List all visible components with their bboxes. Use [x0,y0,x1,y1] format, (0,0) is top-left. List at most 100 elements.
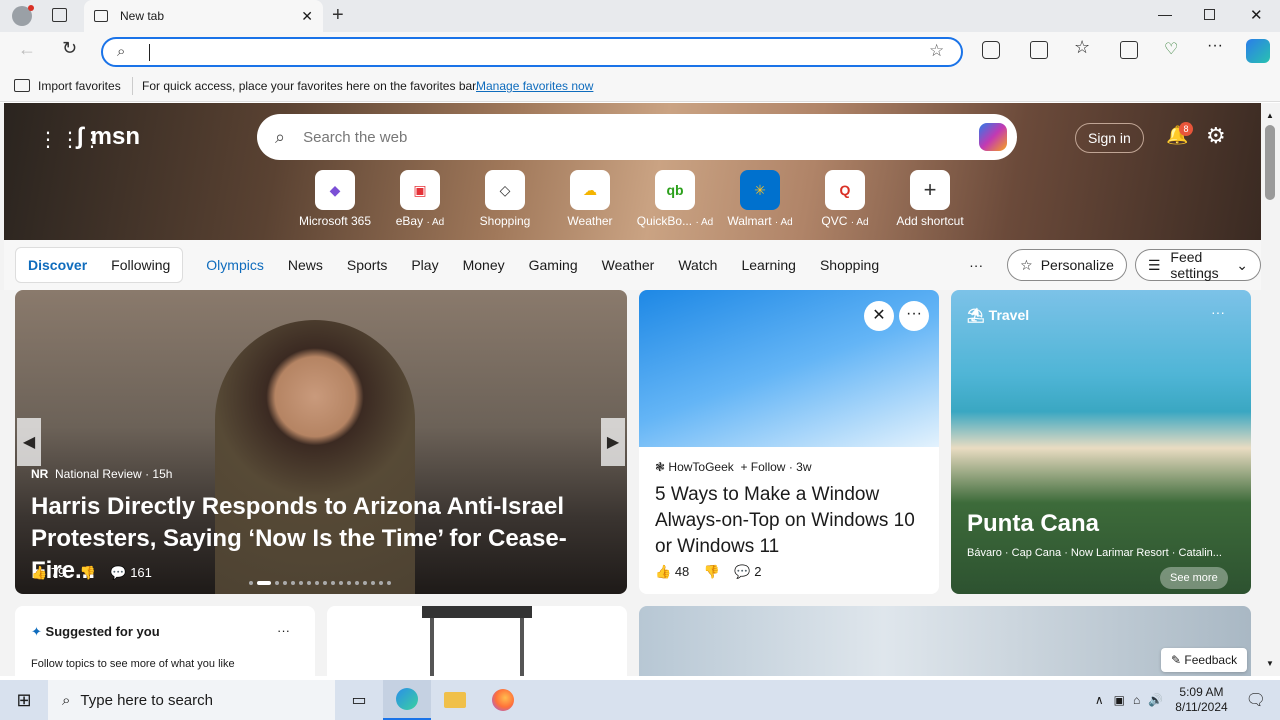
see-more-button[interactable]: See more [1160,567,1228,589]
show-hidden-icons-chevron[interactable]: ∧ [1095,693,1104,707]
nav-weather[interactable]: Weather [602,257,655,273]
restore-button[interactable] [1204,9,1215,20]
bottom-article-card[interactable] [639,606,1251,676]
dislike-icon[interactable]: 👎 [80,565,96,580]
dismiss-close-icon[interactable]: ✕ [864,301,894,331]
nav-shopping[interactable]: Shopping [820,257,879,273]
page-scrollbar[interactable]: ▲ ▼ [1261,103,1280,676]
feedback-button[interactable]: ✎ Feedback [1161,648,1248,672]
action-center-icon[interactable]: 🗨 [1246,690,1266,710]
tab-following[interactable]: Following [111,257,170,273]
nav-play[interactable]: Play [411,257,438,273]
collections-icon[interactable] [1120,41,1138,59]
shortcut-label: eBay [395,214,424,228]
add-favorite-star-icon[interactable]: ☆ [929,41,944,61]
product-card[interactable] [327,606,627,676]
suggested-more-icon[interactable]: ··· [277,623,290,638]
copilot-icon[interactable] [1246,39,1270,63]
tab-actions-icon[interactable] [52,8,67,22]
address-input[interactable] [149,44,150,61]
nav-gaming[interactable]: Gaming [529,257,578,273]
howtogeek-icon: ❃ [655,460,666,474]
scroll-up-arrow[interactable]: ▲ [1266,111,1274,120]
minimize-button[interactable]: — [1158,6,1172,22]
browser-essentials-icon[interactable]: ♡ [1164,39,1178,59]
personalize-star-icon: ☆ [1020,256,1033,273]
taskbar-clock[interactable]: 5:09 AM 8/11/2024 [1175,685,1228,715]
shortcut-qvc[interactable]: Q QVC · Ad [805,170,885,228]
travel-more-icon[interactable]: ··· [1211,304,1225,320]
refresh-icon[interactable]: ↻ [62,38,77,59]
new-tab-button[interactable]: + [332,4,344,27]
travel-card[interactable]: ⛱ Travel ··· Punta Cana Bávaro · Cap Can… [951,290,1251,594]
tab-new-tab[interactable]: New tab ✕ [84,0,323,32]
settings-gear-icon[interactable]: ⚙ [1206,123,1226,149]
task-view-icon[interactable]: ▭ [335,680,383,720]
shortcut-walmart[interactable]: ✳ Walmart · Ad [720,170,800,228]
comment-icon[interactable]: 💬 [734,564,750,579]
tray-device-icon[interactable]: ▣ [1114,693,1125,707]
import-favorites-button[interactable]: Import favorites [38,79,121,93]
article-reactions: 👍 48 👎 💬 2 [655,564,761,580]
nav-learning[interactable]: Learning [741,257,796,273]
tab-discover[interactable]: Discover [28,257,87,273]
extensions-icon[interactable] [982,41,1000,59]
dislike-icon[interactable]: 👎 [704,564,720,579]
shortcut-quickbooks[interactable]: qb QuickBo... · Ad [635,170,715,228]
copilot-search-icon[interactable] [979,123,1007,151]
taskbar-search-input[interactable]: Type here to search [80,692,213,709]
volume-icon[interactable]: 🔊 [1148,693,1163,707]
main-story-card[interactable]: ◀ ▶ NR National Review · 15h Harris Dire… [15,290,627,594]
split-screen-icon[interactable] [1030,41,1048,59]
firefox-icon[interactable] [479,680,527,720]
scroll-down-arrow[interactable]: ▼ [1266,659,1274,668]
shortcut-shopping[interactable]: ◇ Shopping [465,170,545,228]
settings-more-icon[interactable]: ··· [1207,37,1223,55]
ebay-bag-icon: ▣ [400,170,440,210]
back-arrow-icon[interactable]: ← [18,39,36,60]
nav-more-icon[interactable]: ··· [969,257,983,273]
card-more-icon[interactable]: ··· [899,301,929,331]
sign-in-button[interactable]: Sign in [1075,123,1144,153]
close-tab-icon[interactable]: ✕ [301,8,313,25]
shortcut-add[interactable]: + Add shortcut [890,170,970,228]
carousel-next-button[interactable]: ▶ [601,418,625,466]
shortcut-ebay[interactable]: ▣ eBay · Ad [380,170,460,228]
like-icon[interactable]: 👍 [655,564,671,579]
network-icon[interactable]: ⌂ [1133,693,1140,707]
personalize-button[interactable]: ☆ Personalize [1007,249,1127,281]
web-search-input[interactable]: Search the web [303,129,407,146]
msn-logo[interactable]: ʃ msn [76,123,140,151]
file-explorer-icon[interactable] [431,680,479,720]
address-bar[interactable]: ⌕ ☆ [101,37,963,67]
comment-icon[interactable]: 💬 [110,565,126,580]
article-headline[interactable]: 5 Ways to Make a Window Always-on-Top on… [655,482,925,560]
nav-olympics[interactable]: Olympics [206,257,264,273]
comment-count: 2 [754,564,762,579]
travel-title[interactable]: Punta Cana [967,510,1099,538]
story-source[interactable]: NR National Review · 15h [31,467,172,481]
shortcut-weather[interactable]: ☁ Weather [550,170,630,228]
nav-watch[interactable]: Watch [678,257,717,273]
manage-favorites-link[interactable]: Manage favorites now [476,79,593,93]
feed-toggle: Discover Following [15,247,184,283]
nav-sports[interactable]: Sports [347,257,387,273]
edge-taskbar-icon[interactable] [383,680,431,720]
article-card-howtogeek[interactable]: ✕ ··· ❃ HowToGeek + Follow · 3w 5 Ways t… [639,290,939,594]
nav-news[interactable]: News [288,257,323,273]
web-search-box[interactable]: ⌕ Search the web [257,114,1017,160]
title-bar: New tab ✕ + — ✕ [0,0,1280,32]
nav-money[interactable]: Money [463,257,505,273]
start-button[interactable]: ⊞ [0,680,48,720]
source-name[interactable]: HowToGeek [668,460,733,474]
close-window-button[interactable]: ✕ [1250,6,1263,24]
shortcut-microsoft-365[interactable]: ◆ Microsoft 365 [295,170,375,228]
follow-button[interactable]: + Follow [740,460,785,474]
feed-settings-button[interactable]: ☰ Feed settings ⌄ [1134,249,1261,281]
favorites-icon[interactable]: ☆ [1074,37,1090,58]
scroll-thumb[interactable] [1265,125,1275,200]
hero-banner: ⋮⋮⋮ ʃ msn ⌕ Search the web Sign in 🔔 8 ⚙… [4,103,1261,240]
like-icon[interactable]: 👍 [31,565,47,580]
taskbar-search-box[interactable]: ⌕ Type here to search [48,680,335,720]
carousel-prev-button[interactable]: ◀ [17,418,41,466]
